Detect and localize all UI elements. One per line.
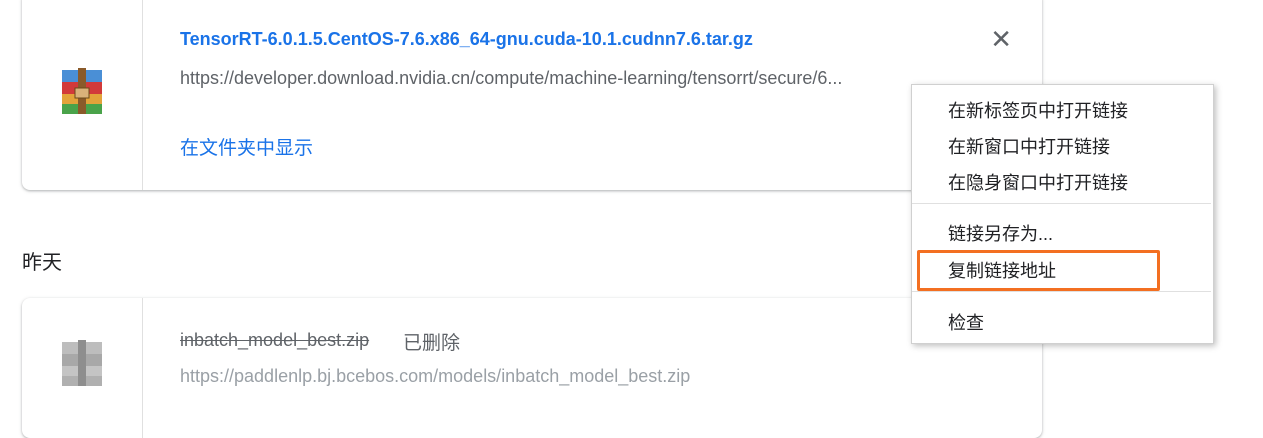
show-in-folder-link[interactable]: 在文件夹中显示 — [180, 133, 313, 160]
download-item-card-deleted: inbatch_model_best.zip 已删除 https://paddl… — [22, 298, 1042, 438]
menu-item-open-in-new-tab[interactable]: 在新标签页中打开链接 — [948, 97, 1128, 123]
date-section-heading: 昨天 — [22, 252, 62, 274]
copy-link-highlight-box — [917, 250, 1160, 291]
archive-icon — [62, 340, 102, 386]
deleted-status-label: 已删除 — [403, 333, 461, 354]
archive-icon — [62, 68, 102, 114]
download-item-card: TensorRT-6.0.1.5.CentOS-7.6.x86_64-gnu.c… — [22, 0, 1042, 190]
menu-item-open-in-incognito[interactable]: 在隐身窗口中打开链接 — [948, 169, 1128, 195]
menu-separator — [912, 203, 1211, 204]
remove-download-close-icon[interactable]: ✕ — [990, 26, 1012, 52]
menu-item-save-link-as[interactable]: 链接另存为... — [948, 220, 1053, 246]
file-icon-column — [22, 0, 143, 190]
link-context-menu: 在新标签页中打开链接 在新窗口中打开链接 在隐身窗口中打开链接 链接另存为...… — [911, 84, 1214, 344]
deleted-file-name: inbatch_model_best.zip — [180, 330, 370, 350]
download-file-name-link[interactable]: TensorRT-6.0.1.5.CentOS-7.6.x86_64-gnu.c… — [180, 29, 753, 50]
download-source-url[interactable]: https://developer.download.nvidia.cn/com… — [180, 68, 842, 89]
menu-item-open-in-new-window[interactable]: 在新窗口中打开链接 — [948, 133, 1110, 159]
menu-separator — [912, 291, 1211, 292]
menu-item-inspect[interactable]: 检查 — [948, 309, 984, 335]
file-icon-column — [22, 298, 143, 438]
deleted-source-url[interactable]: https://paddlenlp.bj.bcebos.com/models/i… — [180, 366, 690, 387]
